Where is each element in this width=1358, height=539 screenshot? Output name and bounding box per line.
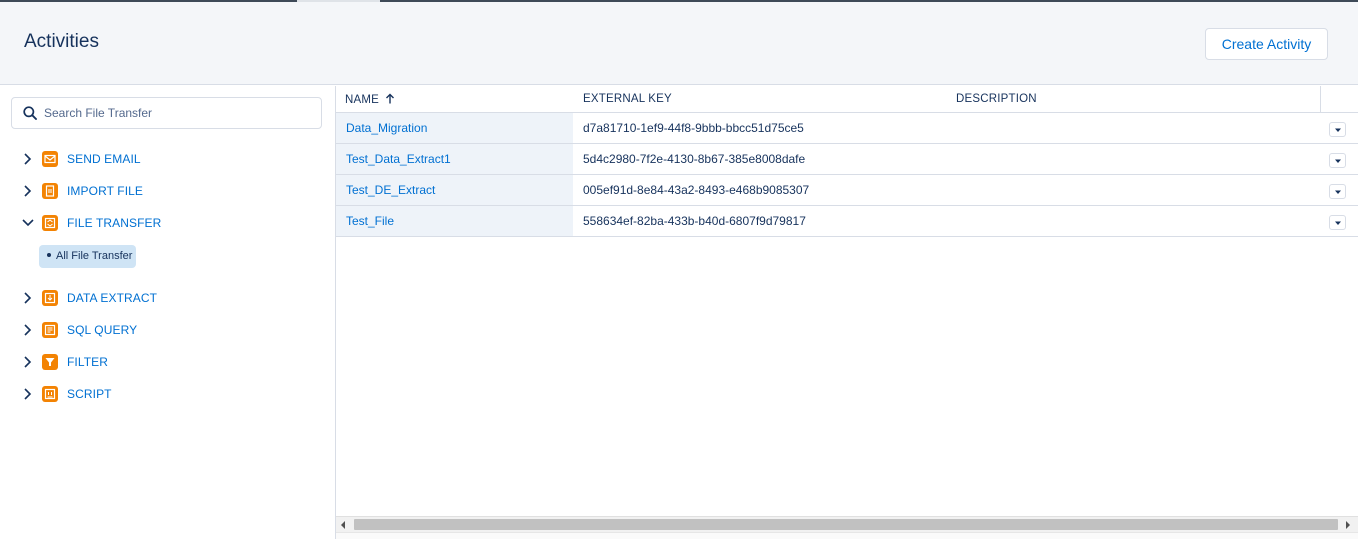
table-row[interactable]: Data_Migration d7a81710-1ef9-44f8-9bbb-b… — [336, 113, 1358, 144]
external-key-cell: 005ef91d-8e84-43a2-8493-e468b9085307 — [583, 183, 810, 197]
external-key-cell: 5d4c2980-7f2e-4130-8b67-385e8008dafe — [583, 152, 806, 166]
sidebar-item-file-transfer[interactable]: FILE TRANSFER — [0, 212, 336, 236]
chevron-right-icon[interactable] — [21, 184, 35, 198]
horizontal-scrollbar[interactable] — [336, 516, 1358, 532]
bullet-icon — [47, 253, 51, 258]
sidebar: SEND EMAIL IMPORT FILE FILE TRANSFER All… — [0, 86, 336, 539]
name-cell: Data_Migration — [336, 113, 573, 143]
chevron-right-icon[interactable] — [21, 355, 35, 369]
external-key-cell: d7a81710-1ef9-44f8-9bbb-bbcc51d75ce5 — [583, 121, 804, 135]
search-icon — [23, 106, 37, 120]
sidebar-item-label[interactable]: SCRIPT — [67, 387, 112, 401]
envelope-icon — [42, 151, 58, 167]
sidebar-item-label[interactable]: DATA EXTRACT — [67, 291, 157, 305]
sort-ascending-icon — [386, 93, 395, 104]
sidebar-item-data-extract[interactable]: DATA EXTRACT — [0, 287, 336, 311]
sidebar-item-send-email[interactable]: SEND EMAIL — [0, 148, 336, 172]
row-actions-button[interactable] — [1329, 184, 1346, 199]
row-name-link[interactable]: Test_DE_Extract — [346, 183, 435, 197]
name-cell: Test_File — [336, 206, 573, 236]
chevron-right-icon[interactable] — [21, 323, 35, 337]
create-activity-button[interactable]: Create Activity — [1205, 28, 1328, 60]
subitem-label: All File Transfer — [56, 250, 133, 262]
chevron-down-icon — [1335, 128, 1341, 132]
chevron-right-icon[interactable] — [21, 152, 35, 166]
script-icon — [42, 386, 58, 402]
sidebar-item-label[interactable]: FILE TRANSFER — [67, 216, 161, 230]
page-header: Activities Create Activity — [0, 2, 1358, 85]
scroll-left-icon[interactable] — [339, 520, 347, 530]
scroll-right-icon[interactable] — [1344, 520, 1352, 530]
sidebar-subitem-all-file-transfer[interactable]: All File Transfer — [39, 245, 136, 268]
sidebar-item-filter[interactable]: FILTER — [0, 351, 336, 375]
row-actions-button[interactable] — [1329, 153, 1346, 168]
data-extract-icon — [42, 290, 58, 306]
sql-query-icon — [42, 322, 58, 338]
table-row[interactable]: Test_Data_Extract1 5d4c2980-7f2e-4130-8b… — [336, 144, 1358, 175]
chevron-right-icon[interactable] — [21, 291, 35, 305]
chevron-down-icon[interactable] — [21, 216, 35, 230]
chevron-down-icon — [1335, 159, 1341, 163]
table-header: NAME EXTERNAL KEY DESCRIPTION — [336, 86, 1358, 113]
name-cell: Test_DE_Extract — [336, 175, 573, 205]
column-header-name[interactable]: NAME — [345, 93, 395, 106]
sidebar-item-label[interactable]: SEND EMAIL — [67, 152, 141, 166]
column-header-label: NAME — [345, 94, 380, 106]
table-footer — [336, 532, 1358, 539]
file-transfer-icon — [42, 215, 58, 231]
sidebar-item-sql-query[interactable]: SQL QUERY — [0, 319, 336, 343]
row-name-link[interactable]: Test_Data_Extract1 — [346, 152, 451, 166]
row-actions-button[interactable] — [1329, 215, 1346, 230]
sidebar-item-label[interactable]: SQL QUERY — [67, 323, 137, 337]
column-divider — [1320, 86, 1321, 113]
funnel-icon — [42, 354, 58, 370]
column-header-description[interactable]: DESCRIPTION — [956, 93, 1037, 105]
row-name-link[interactable]: Data_Migration — [346, 121, 427, 135]
chevron-down-icon — [1335, 221, 1341, 225]
sidebar-item-label[interactable]: FILTER — [67, 355, 108, 369]
chevron-right-icon[interactable] — [21, 387, 35, 401]
table-row[interactable]: Test_DE_Extract 005ef91d-8e84-43a2-8493-… — [336, 175, 1358, 206]
search-box[interactable] — [11, 97, 322, 129]
document-icon — [42, 183, 58, 199]
page-title: Activities — [24, 31, 99, 52]
row-actions-button[interactable] — [1329, 122, 1346, 137]
search-input[interactable] — [44, 99, 314, 127]
sidebar-item-script[interactable]: SCRIPT — [0, 383, 336, 407]
sidebar-item-import-file[interactable]: IMPORT FILE — [0, 180, 336, 204]
chevron-down-icon — [1335, 190, 1341, 194]
results-table: NAME EXTERNAL KEY DESCRIPTION Data_Migra… — [336, 86, 1358, 539]
scrollbar-thumb[interactable] — [354, 519, 1338, 530]
column-header-external-key[interactable]: EXTERNAL KEY — [583, 93, 672, 105]
name-cell: Test_Data_Extract1 — [336, 144, 573, 174]
row-name-link[interactable]: Test_File — [346, 214, 394, 228]
sidebar-item-label[interactable]: IMPORT FILE — [67, 184, 143, 198]
external-key-cell: 558634ef-82ba-433b-b40d-6807f9d79817 — [583, 214, 806, 228]
table-row[interactable]: Test_File 558634ef-82ba-433b-b40d-6807f9… — [336, 206, 1358, 237]
